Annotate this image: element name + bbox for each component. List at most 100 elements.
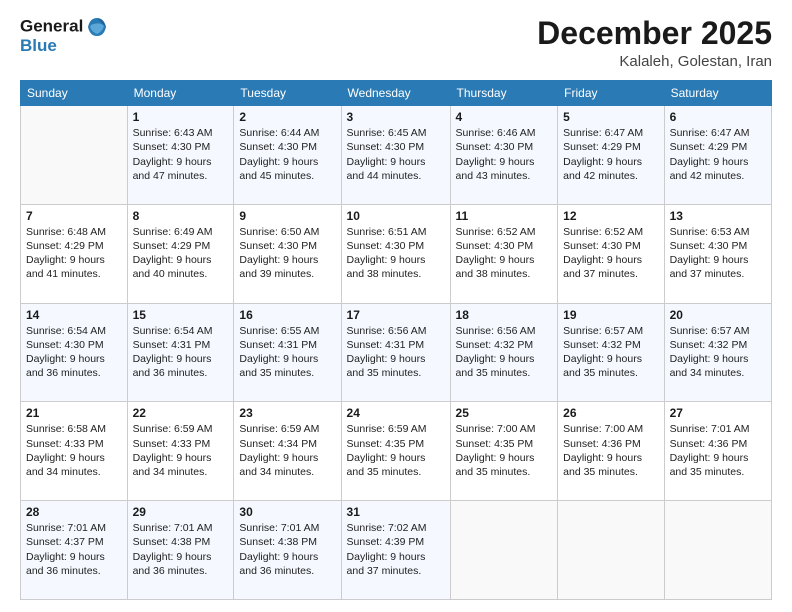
day-number: 4 (456, 110, 553, 124)
day-info: Sunrise: 6:58 AMSunset: 4:33 PMDaylight:… (26, 422, 122, 479)
calendar-week-4: 21 Sunrise: 6:58 AMSunset: 4:33 PMDayligh… (21, 402, 772, 501)
logo: General Blue (20, 16, 108, 56)
day-info: Sunrise: 6:43 AMSunset: 4:30 PMDaylight:… (133, 126, 229, 183)
day-info: Sunrise: 6:49 AMSunset: 4:29 PMDaylight:… (133, 225, 229, 282)
day-info: Sunrise: 6:44 AMSunset: 4:30 PMDaylight:… (239, 126, 335, 183)
logo-blue: Blue (20, 36, 108, 56)
day-info: Sunrise: 6:50 AMSunset: 4:30 PMDaylight:… (239, 225, 335, 282)
logo-text: General (20, 16, 108, 38)
calendar-cell: 14 Sunrise: 6:54 AMSunset: 4:30 PMDayligh… (21, 303, 128, 402)
day-number: 10 (347, 209, 445, 223)
day-info: Sunrise: 6:59 AMSunset: 4:34 PMDaylight:… (239, 422, 335, 479)
calendar-cell: 9 Sunrise: 6:50 AMSunset: 4:30 PMDaylight… (234, 204, 341, 303)
calendar-cell: 12 Sunrise: 6:52 AMSunset: 4:30 PMDayligh… (558, 204, 664, 303)
day-number: 19 (563, 308, 658, 322)
weekday-saturday: Saturday (664, 81, 771, 106)
day-info: Sunrise: 6:52 AMSunset: 4:30 PMDaylight:… (563, 225, 658, 282)
calendar-cell: 20 Sunrise: 6:57 AMSunset: 4:32 PMDayligh… (664, 303, 771, 402)
title-block: December 2025 Kalaleh, Golestan, Iran (537, 16, 772, 70)
day-info: Sunrise: 7:01 AMSunset: 4:38 PMDaylight:… (239, 521, 335, 578)
day-info: Sunrise: 6:54 AMSunset: 4:30 PMDaylight:… (26, 324, 122, 381)
calendar-cell (558, 501, 664, 600)
day-number: 24 (347, 406, 445, 420)
day-number: 13 (670, 209, 766, 223)
day-number: 28 (26, 505, 122, 519)
day-number: 29 (133, 505, 229, 519)
day-info: Sunrise: 6:57 AMSunset: 4:32 PMDaylight:… (670, 324, 766, 381)
day-number: 27 (670, 406, 766, 420)
day-number: 12 (563, 209, 658, 223)
calendar-table: SundayMondayTuesdayWednesdayThursdayFrid… (20, 80, 772, 600)
day-number: 23 (239, 406, 335, 420)
calendar-cell: 19Sunrise: 6:57 AMSunset: 4:32 PMDayligh… (558, 303, 664, 402)
calendar-cell: 5 Sunrise: 6:47 AMSunset: 4:29 PMDaylight… (558, 106, 664, 205)
day-info: Sunrise: 6:45 AMSunset: 4:30 PMDaylight:… (347, 126, 445, 183)
calendar-cell: 16 Sunrise: 6:55 AMSunset: 4:31 PMDayligh… (234, 303, 341, 402)
day-number: 21 (26, 406, 122, 420)
calendar-cell: 22 Sunrise: 6:59 AMSunset: 4:33 PMDayligh… (127, 402, 234, 501)
day-number: 14 (26, 308, 122, 322)
day-info: Sunrise: 6:46 AMSunset: 4:30 PMDaylight:… (456, 126, 553, 183)
weekday-header-row: SundayMondayTuesdayWednesdayThursdayFrid… (21, 81, 772, 106)
day-number: 26 (563, 406, 658, 420)
calendar-cell: 4 Sunrise: 6:46 AMSunset: 4:30 PMDaylight… (450, 106, 558, 205)
day-number: 3 (347, 110, 445, 124)
calendar-cell: 6Sunrise: 6:47 AMSunset: 4:29 PMDaylight… (664, 106, 771, 205)
calendar-cell (450, 501, 558, 600)
calendar-cell (21, 106, 128, 205)
day-info: Sunrise: 7:00 AMSunset: 4:35 PMDaylight:… (456, 422, 553, 479)
day-number: 11 (456, 209, 553, 223)
day-number: 5 (563, 110, 658, 124)
calendar-cell: 21 Sunrise: 6:58 AMSunset: 4:33 PMDayligh… (21, 402, 128, 501)
calendar-week-5: 28 Sunrise: 7:01 AMSunset: 4:37 PMDayligh… (21, 501, 772, 600)
day-info: Sunrise: 6:52 AMSunset: 4:30 PMDaylight:… (456, 225, 553, 282)
day-info: Sunrise: 7:01 AMSunset: 4:38 PMDaylight:… (133, 521, 229, 578)
day-info: Sunrise: 6:53 AMSunset: 4:30 PMDaylight:… (670, 225, 766, 282)
calendar-cell: 23 Sunrise: 6:59 AMSunset: 4:34 PMDayligh… (234, 402, 341, 501)
day-number: 16 (239, 308, 335, 322)
calendar-cell: 3 Sunrise: 6:45 AMSunset: 4:30 PMDaylight… (341, 106, 450, 205)
day-info: Sunrise: 6:55 AMSunset: 4:31 PMDaylight:… (239, 324, 335, 381)
calendar-cell: 17Sunrise: 6:56 AMSunset: 4:31 PMDayligh… (341, 303, 450, 402)
weekday-monday: Monday (127, 81, 234, 106)
calendar-cell: 24 Sunrise: 6:59 AMSunset: 4:35 PMDayligh… (341, 402, 450, 501)
calendar-cell: 13 Sunrise: 6:53 AMSunset: 4:30 PMDayligh… (664, 204, 771, 303)
calendar-cell: 28 Sunrise: 7:01 AMSunset: 4:37 PMDayligh… (21, 501, 128, 600)
calendar-page: General Blue December 2025 Kalaleh, Gole… (0, 0, 792, 612)
calendar-week-2: 7Sunrise: 6:48 AMSunset: 4:29 PMDaylight… (21, 204, 772, 303)
day-info: Sunrise: 6:54 AMSunset: 4:31 PMDaylight:… (133, 324, 229, 381)
day-number: 2 (239, 110, 335, 124)
calendar-cell: 27 Sunrise: 7:01 AMSunset: 4:36 PMDayligh… (664, 402, 771, 501)
day-number: 7 (26, 209, 122, 223)
day-info: Sunrise: 6:56 AMSunset: 4:32 PMDaylight:… (456, 324, 553, 381)
day-info: Sunrise: 7:01 AMSunset: 4:37 PMDaylight:… (26, 521, 122, 578)
day-number: 22 (133, 406, 229, 420)
calendar-cell: 2 Sunrise: 6:44 AMSunset: 4:30 PMDaylight… (234, 106, 341, 205)
day-number: 25 (456, 406, 553, 420)
calendar-cell: 11 Sunrise: 6:52 AMSunset: 4:30 PMDayligh… (450, 204, 558, 303)
day-info: Sunrise: 7:00 AMSunset: 4:36 PMDaylight:… (563, 422, 658, 479)
calendar-cell: 26 Sunrise: 7:00 AMSunset: 4:36 PMDayligh… (558, 402, 664, 501)
logo-icon (86, 16, 108, 38)
day-number: 18 (456, 308, 553, 322)
calendar-cell: 31Sunrise: 7:02 AMSunset: 4:39 PMDayligh… (341, 501, 450, 600)
day-number: 8 (133, 209, 229, 223)
calendar-cell: 10 Sunrise: 6:51 AMSunset: 4:30 PMDayligh… (341, 204, 450, 303)
weekday-tuesday: Tuesday (234, 81, 341, 106)
day-info: Sunrise: 6:47 AMSunset: 4:29 PMDaylight:… (563, 126, 658, 183)
day-number: 31 (347, 505, 445, 519)
day-info: Sunrise: 6:59 AMSunset: 4:33 PMDaylight:… (133, 422, 229, 479)
day-number: 1 (133, 110, 229, 124)
calendar-cell: 1 Sunrise: 6:43 AMSunset: 4:30 PMDaylight… (127, 106, 234, 205)
day-info: Sunrise: 7:01 AMSunset: 4:36 PMDaylight:… (670, 422, 766, 479)
day-number: 9 (239, 209, 335, 223)
calendar-cell: 25 Sunrise: 7:00 AMSunset: 4:35 PMDayligh… (450, 402, 558, 501)
day-info: Sunrise: 6:56 AMSunset: 4:31 PMDaylight:… (347, 324, 445, 381)
day-info: Sunrise: 6:59 AMSunset: 4:35 PMDaylight:… (347, 422, 445, 479)
day-number: 15 (133, 308, 229, 322)
day-info: Sunrise: 6:51 AMSunset: 4:30 PMDaylight:… (347, 225, 445, 282)
day-number: 20 (670, 308, 766, 322)
day-number: 30 (239, 505, 335, 519)
weekday-sunday: Sunday (21, 81, 128, 106)
header: General Blue December 2025 Kalaleh, Gole… (20, 16, 772, 70)
